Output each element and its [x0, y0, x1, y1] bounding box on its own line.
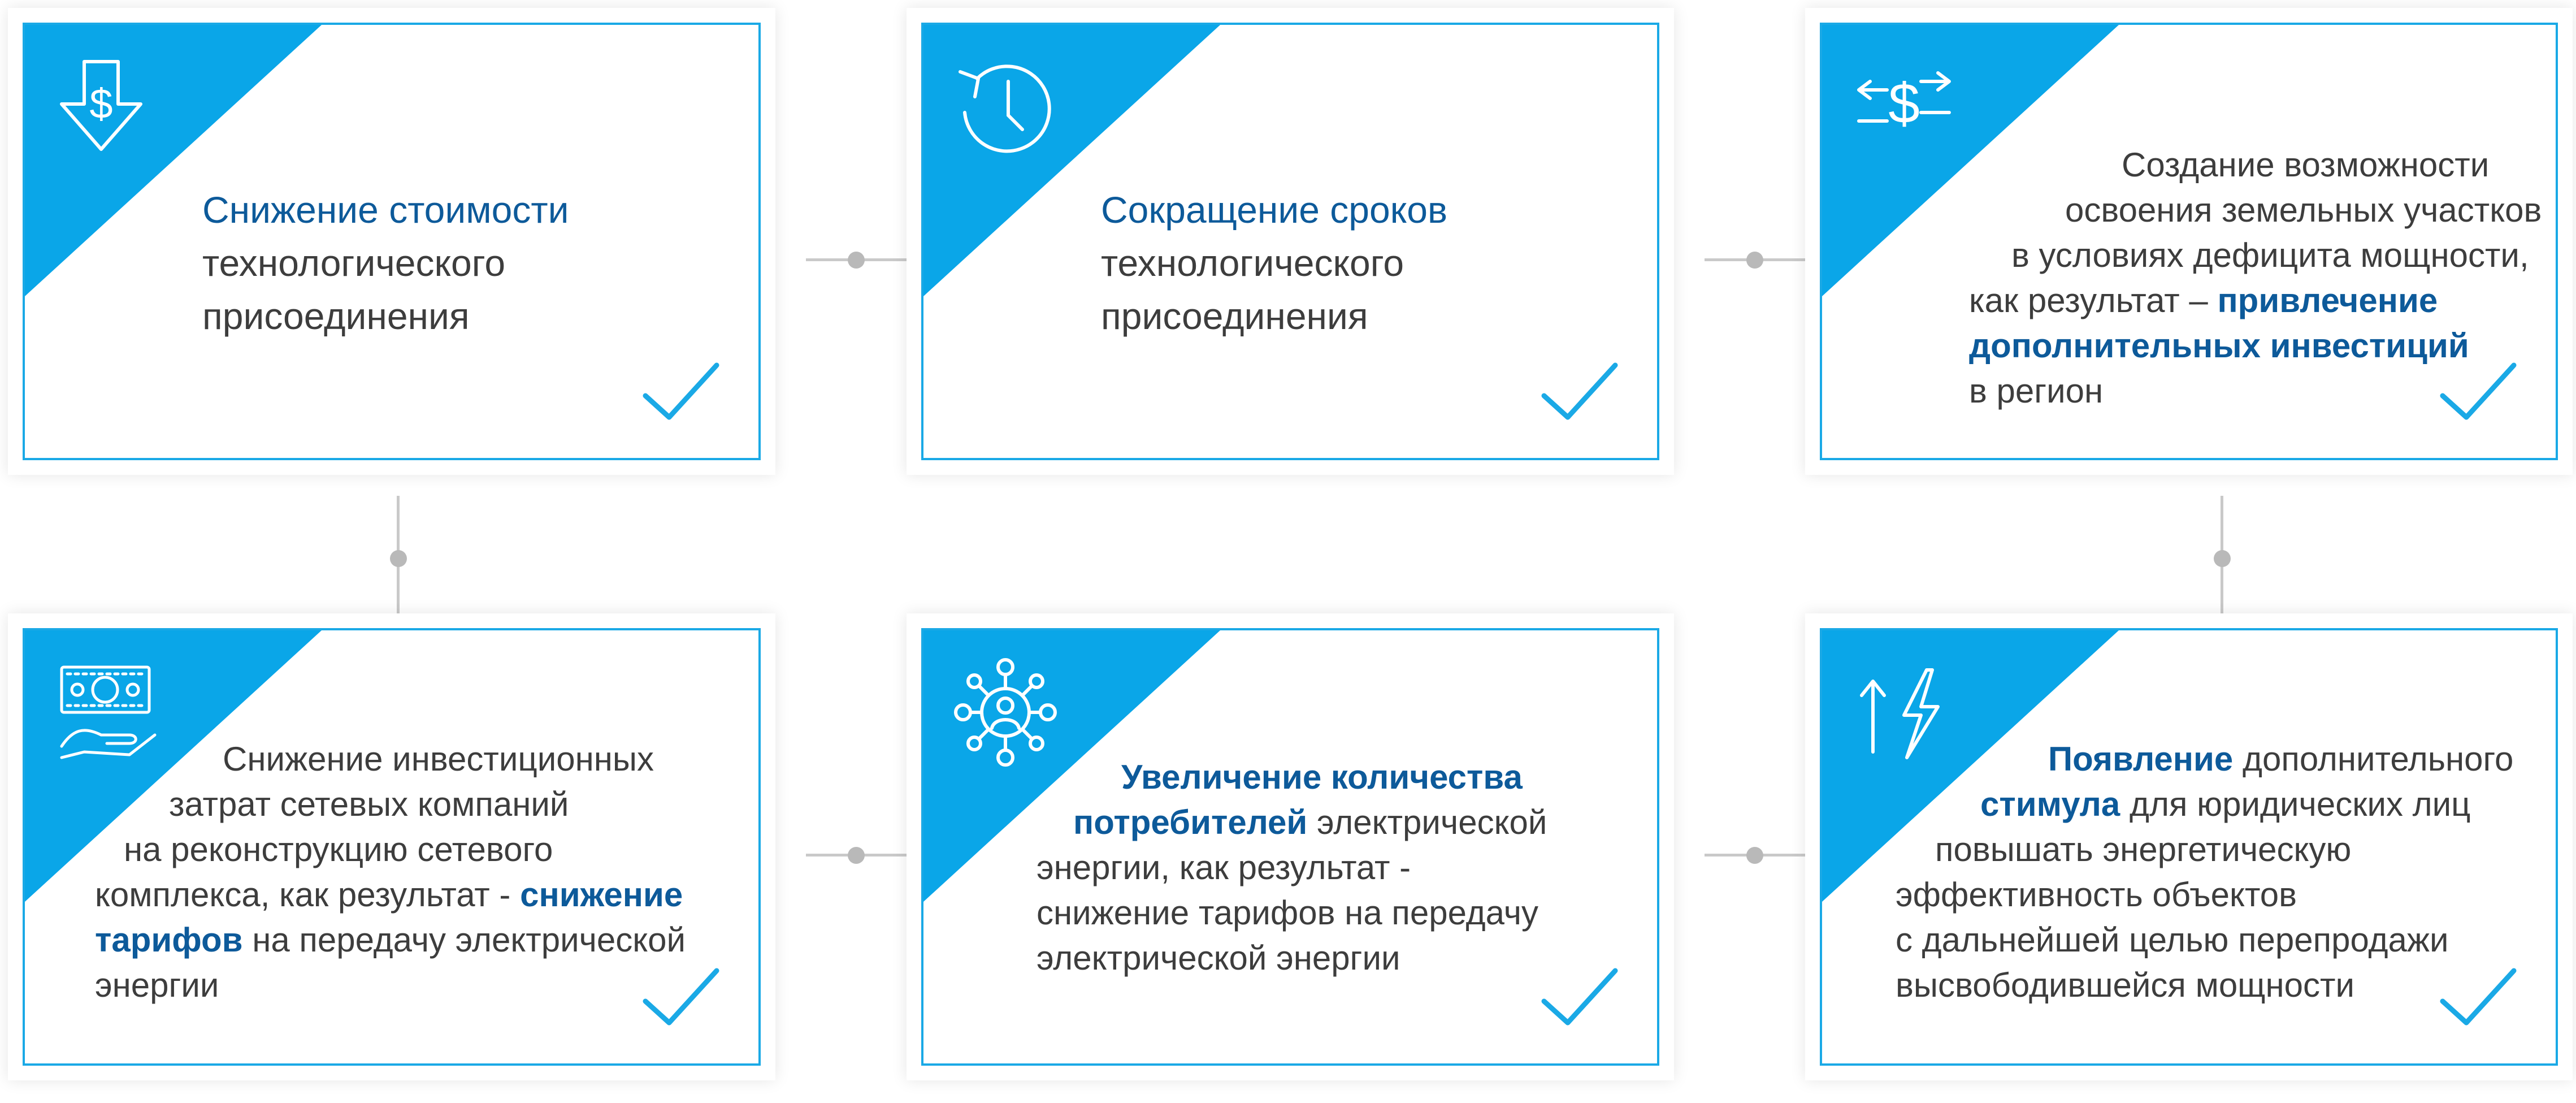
- card-line: комплекса, как результат -: [95, 876, 511, 914]
- benefit-card-consumers: Увеличение количества потребителей элект…: [907, 613, 1674, 1080]
- connector-dot: [848, 847, 865, 864]
- card-line: на передачу электрической: [252, 921, 686, 959]
- card-line: с дальнейшей целью перепродажи: [1896, 921, 2449, 959]
- card-line: снижение тарифов на передачу: [1037, 894, 1538, 932]
- connector-dot: [1746, 847, 1763, 864]
- checkmark-icon: [2440, 362, 2517, 420]
- card-line: технологического: [1101, 242, 1404, 284]
- card-line: присоединения: [202, 295, 470, 337]
- connector-dot: [848, 252, 865, 269]
- card-line: освоения земельных участков: [2065, 191, 2542, 229]
- card-highlight: тарифов: [95, 921, 243, 959]
- card-text: Увеличение количества потребителей элект…: [1037, 755, 1657, 981]
- card-highlight: Появление: [2048, 740, 2234, 778]
- card-line: на реконструкцию сетевого: [124, 831, 553, 868]
- svg-text:$: $: [89, 80, 112, 127]
- card-line: для юридических лиц: [2129, 785, 2471, 823]
- benefit-card-incentive: Появление дополнительного стимула для юр…: [1805, 613, 2573, 1080]
- benefit-card-investment: Снижение инвестиционных затрат сетевых к…: [8, 613, 775, 1080]
- card-line: энергии, как результат -: [1037, 849, 1411, 886]
- card-line: присоединения: [1101, 295, 1368, 337]
- clock-history-icon: [959, 64, 1051, 153]
- card-highlight: Увеличение количества: [1121, 758, 1523, 796]
- card-line: Создание возможности: [2122, 146, 2490, 184]
- card-highlight: Снижение стоимости: [202, 189, 569, 231]
- checkmark-icon: [1541, 968, 1618, 1026]
- connector-dot: [1746, 252, 1763, 269]
- card-highlight: стимула: [1980, 785, 2120, 823]
- card-line: повышать энергетическую: [1935, 831, 2352, 868]
- card-line: дополнительного: [2242, 740, 2514, 778]
- card-highlight: Сокращение сроков: [1101, 189, 1448, 231]
- svg-text:$: $: [1888, 72, 1920, 135]
- card-line: в условиях дефицита мощности,: [2011, 236, 2529, 274]
- benefit-card-land: $ Создание возможности освоения земельны…: [1805, 8, 2573, 475]
- card-line: технологического: [202, 242, 506, 284]
- card-text: Сокращение сроков технологического присо…: [1101, 183, 1447, 343]
- card-line: как результат –: [1969, 282, 2208, 319]
- card-line: Снижение инвестиционных: [223, 740, 654, 778]
- checkmark-icon: [1541, 362, 1618, 420]
- network-user-icon: [954, 658, 1057, 767]
- card-text: Снижение стоимости технологического прис…: [202, 183, 569, 343]
- connector-dot: [2214, 550, 2231, 567]
- checkmark-icon: [2440, 968, 2517, 1026]
- checkmark-icon: [643, 968, 719, 1026]
- card-highlight: привлечение: [2217, 282, 2438, 319]
- benefit-card-cost: $ Снижение стоимости технологического пр…: [8, 8, 775, 475]
- card-line: эффективность объектов: [1896, 876, 2297, 914]
- dollar-down-arrow-icon: $: [60, 60, 142, 151]
- checkmark-icon: [643, 362, 719, 420]
- card-line: электрической: [1316, 803, 1547, 841]
- card-highlight: снижение: [520, 876, 683, 914]
- card-line: затрат сетевых компаний: [169, 785, 569, 823]
- card-highlight: потребителей: [1073, 803, 1308, 841]
- connector-dot: [390, 550, 407, 567]
- benefit-card-time: Сокращение сроков технологического присо…: [907, 8, 1674, 475]
